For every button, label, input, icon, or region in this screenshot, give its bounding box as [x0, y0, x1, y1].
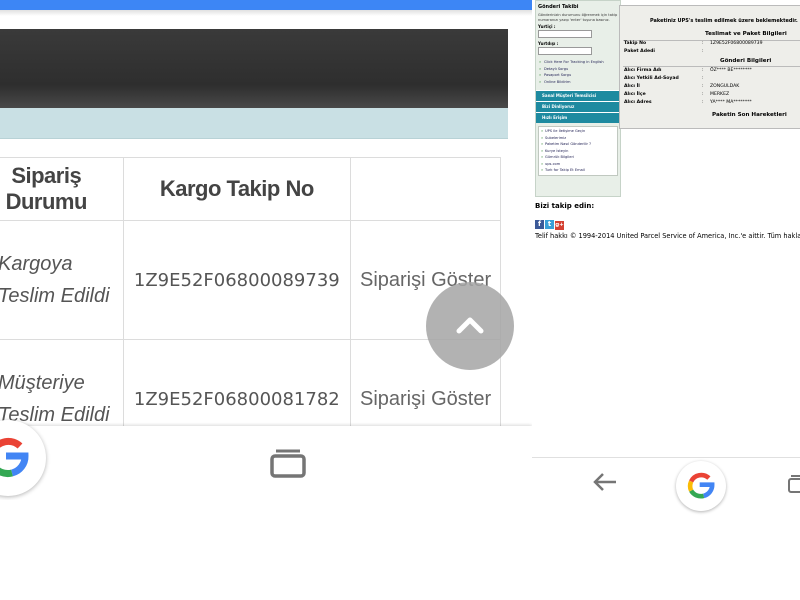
order-status-cell: Kargoya Teslim Edildi: [0, 220, 124, 340]
sidebar-title: Gönderi Takibi: [538, 4, 579, 10]
info-value: 1Z9E52F06800089739: [710, 41, 763, 46]
info-sep: :: [702, 68, 704, 73]
left-browser-pane: Sipariş Durumu Kargo Takip No Kargoya Te…: [0, 0, 532, 500]
social-icons: f t g+: [535, 211, 565, 230]
yurtici-input[interactable]: [538, 30, 592, 39]
google-g-icon: [0, 437, 29, 478]
top-bar-shadow: [0, 10, 532, 16]
sidebar-intro: Gönderinizin durumunu öğrenmek için taki…: [538, 13, 618, 22]
info-sep: :: [702, 49, 704, 54]
tracking-result-panel: Paketiniz UPS's teslim edilmek üzere bek…: [619, 5, 800, 129]
facebook-icon[interactable]: f: [535, 220, 544, 229]
recent-apps-button[interactable]: [270, 448, 306, 478]
column-header-tracking: Kargo Takip No: [122, 157, 352, 221]
tracking-sidebar: Gönderi Takibi Gönderinizin durumunu öğr…: [535, 0, 621, 197]
order-status-line1: Müşteriye: [0, 372, 85, 394]
recent-apps-button[interactable]: [787, 474, 800, 498]
bottom-nav-bar: [532, 457, 800, 511]
section-title: Teslimat ve Paket Bilgileri: [705, 31, 787, 37]
copyright-text: Telif hakkı © 1994-2014 United Parcel Se…: [535, 232, 800, 240]
google-home-button[interactable]: [0, 420, 46, 496]
info-sep: :: [702, 76, 704, 81]
page-banner: [0, 29, 508, 109]
google-g-icon: [687, 472, 715, 499]
section-title: Paketin Son Hareketleri: [712, 112, 787, 118]
google-home-button[interactable]: [676, 461, 726, 511]
scroll-to-top-button[interactable]: [426, 282, 514, 370]
info-value: ZONGULDAK: [710, 84, 740, 89]
info-key: Alıcı Firma Adı: [624, 68, 662, 73]
info-sep: :: [702, 41, 704, 46]
yurtdisi-input[interactable]: [538, 47, 592, 56]
chevron-up-icon: [456, 317, 484, 334]
google-plus-icon[interactable]: g+: [555, 221, 564, 230]
info-key: Alıcı Adres: [624, 100, 652, 105]
follow-us-label: Bizi takip edin:: [535, 202, 595, 210]
menu-item[interactable]: Hızlı Erişim: [536, 112, 620, 124]
info-key: Alıcı İlçe: [624, 92, 646, 97]
quick-links-box: UPS ile İletişime Geçin Subelerimiz Pake…: [538, 126, 618, 176]
delivery-note: Paketiniz UPS's teslim edilmek üzere bek…: [650, 18, 798, 24]
order-status-line2: Teslim Edildi: [0, 285, 110, 307]
info-sep: :: [702, 92, 704, 97]
section-title: Gönderi Bilgileri: [720, 58, 772, 64]
menu-item[interactable]: Sanal Müşteri Temsilcisi: [536, 90, 620, 102]
recent-apps-icon: [788, 475, 800, 493]
info-key: Alıcı İl: [624, 84, 640, 89]
sidebar-link[interactable]: Online Bildirim: [536, 79, 620, 86]
column-header-action: [350, 157, 501, 221]
info-key: Alıcı Yetkili Ad-Soyad: [624, 76, 679, 81]
top-app-bar: [0, 0, 532, 10]
info-sep: :: [702, 84, 704, 89]
order-status-line1: Kargoya: [0, 253, 73, 275]
tracking-number: 1Z9E52F06800089739: [122, 220, 352, 340]
info-value: ÖZ**** BE********: [710, 68, 752, 73]
table-header-row: Sipariş Durumu Kargo Takip No: [0, 157, 501, 221]
right-browser-pane: Gönderi Takibi Gönderinizin durumunu öğr…: [532, 0, 800, 600]
info-key: Paket Adedi: [624, 49, 656, 54]
yurtdisi-label: Yurtdışı :: [538, 41, 559, 47]
info-value: YA**** MA********: [710, 100, 752, 105]
info-key: Takip No: [624, 41, 647, 46]
twitter-icon[interactable]: t: [545, 220, 554, 229]
quick-link[interactable]: Turk for Takip Et Email: [539, 167, 617, 174]
back-button[interactable]: [592, 472, 618, 496]
bottom-nav-bar: [0, 426, 532, 500]
info-sep: :: [702, 100, 704, 105]
back-arrow-icon: [593, 473, 616, 491]
menu-item[interactable]: Bizi Dinliyoruz: [536, 101, 620, 113]
divider: [623, 66, 800, 67]
recent-apps-icon: [270, 449, 306, 478]
yurtici-label: Yurtiçi :: [538, 24, 556, 30]
info-value: MERKEZ: [710, 92, 730, 97]
column-header-status: Sipariş Durumu: [0, 157, 124, 221]
page-banner-strip: [0, 108, 508, 139]
